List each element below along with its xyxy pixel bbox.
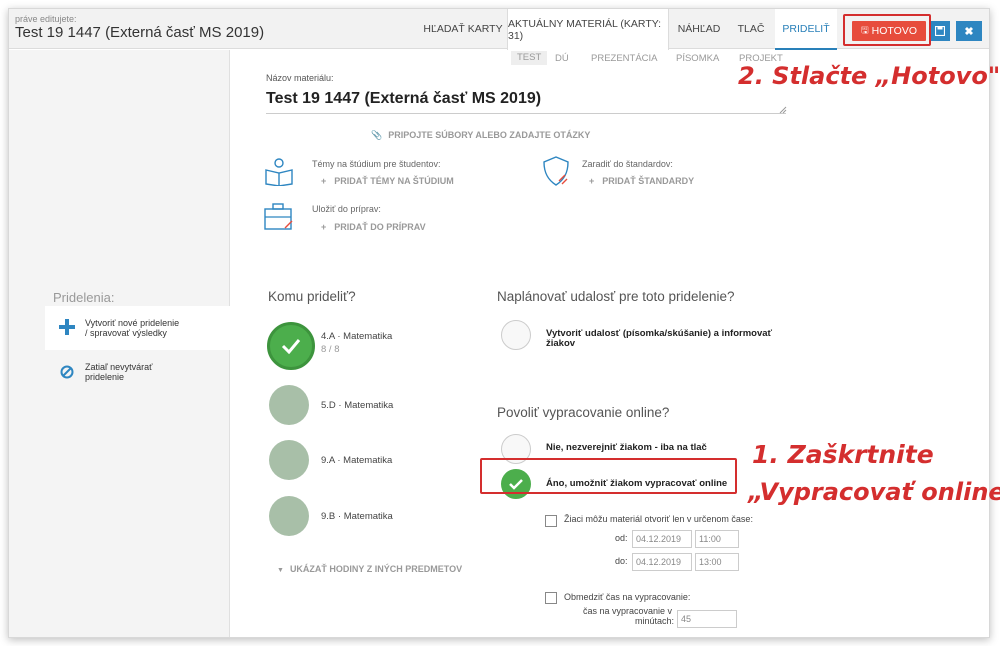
class-toggle-5d[interactable] <box>269 385 309 425</box>
class-label: 4.A · Matematika <box>321 331 393 342</box>
ban-icon <box>60 365 74 379</box>
app-window: práve editujete: Test 19 1447 (Externá č… <box>8 8 990 638</box>
tab-written-test[interactable]: PÍSOMKA <box>676 53 719 64</box>
minutes-label: minútach: <box>635 616 675 626</box>
nav-preview[interactable]: NÁHĽAD <box>671 9 727 49</box>
tab-test[interactable]: TEST <box>511 51 548 65</box>
event-heading: Naplánovať udalosť pre toto pridelenie? <box>497 289 735 304</box>
tab-homework[interactable]: DÚ <box>555 53 569 64</box>
editing-label: práve editujete: <box>15 14 77 24</box>
plus-icon <box>59 319 75 335</box>
annotation-step1: „Vypracovať online" <box>748 478 1000 506</box>
add-standards-label: PRIDAŤ ŠTANDARDY <box>602 176 695 186</box>
prep-label: Uložiť do príprav: <box>312 204 381 214</box>
sidebar-item-new-assignment[interactable]: Vytvoriť nové pridelenie / spravovať výs… <box>45 306 231 350</box>
add-standards-link[interactable]: + PRIDAŤ ŠTANDARDY <box>589 176 694 186</box>
show-other-subjects-link[interactable]: ▼ UKÁZAŤ HODINY Z INÝCH PREDMETOV <box>277 564 462 574</box>
event-option-label: žiakov <box>546 338 576 349</box>
sidebar-item-label: pridelenie <box>85 372 125 382</box>
from-date-field[interactable]: 04.12.2019 <box>632 530 692 548</box>
sidebar-title: Pridelenia: <box>53 290 115 305</box>
attach-label: PRIPOJTE SÚBORY ALEBO ZADAJTE OTÁZKY <box>388 130 591 140</box>
sidebar-item-label: Zatiaľ nevytvárať <box>85 362 153 372</box>
to-time-field[interactable]: 13:00 <box>695 553 739 571</box>
shield-icon <box>543 156 569 186</box>
time-window-checkbox[interactable] <box>545 515 557 527</box>
standards-label: Zaradiť do štandardov: <box>582 159 673 169</box>
check-icon <box>281 339 301 354</box>
class-student-count: 8 / 8 <box>321 344 340 355</box>
material-name-label: Názov materiálu: <box>266 73 334 83</box>
briefcase-icon <box>264 203 293 230</box>
nav-current-material[interactable]: AKTUÁLNY MATERIÁL (KARTY: 31) <box>507 9 669 50</box>
sidebar: Pridelenia: Vytvoriť nové pridelenie / s… <box>9 50 231 637</box>
minutes-label: čas na vypracovanie v <box>583 606 673 616</box>
close-icon: ✖ <box>964 25 974 38</box>
online-highlight-box <box>480 458 737 494</box>
nav-print[interactable]: TLAČ <box>729 9 773 49</box>
to-date-field[interactable]: 04.12.2019 <box>632 553 692 571</box>
book-reader-icon <box>265 158 293 186</box>
paperclip-icon: 📎 <box>371 130 383 140</box>
attach-files-link[interactable]: 📎 PRIPOJTE SÚBORY ALEBO ZADAJTE OTÁZKY <box>371 130 590 141</box>
resize-handle-icon <box>779 106 787 114</box>
time-window-label: Žiaci môžu materiál otvoriť len v určeno… <box>564 514 753 524</box>
caret-down-icon: ▼ <box>277 567 284 574</box>
nav-assign[interactable]: PRIDELIŤ <box>775 9 837 50</box>
sidebar-item-no-assignment[interactable]: Zatiaľ nevytvárať pridelenie <box>45 356 231 392</box>
assign-heading: Komu prideliť? <box>268 289 356 304</box>
plus-icon: + <box>589 176 595 186</box>
topics-label: Témy na štúdium pre študentov: <box>312 159 441 169</box>
tab-presentation[interactable]: PREZENTÁCIA <box>591 53 658 64</box>
minutes-field[interactable]: 45 <box>677 610 737 628</box>
online-no-label: Nie, nezverejniť žiakom - iba na tlač <box>546 442 707 453</box>
class-toggle-9a[interactable] <box>269 440 309 480</box>
to-label: do: <box>615 556 628 566</box>
annotation-step1: 1. Zaškrtnite <box>752 440 934 469</box>
main-content: TEST DÚ PREZENTÁCIA PÍSOMKA PROJEKT Názo… <box>231 50 989 637</box>
from-label: od: <box>615 533 628 543</box>
floppy-icon <box>935 26 945 36</box>
class-label: 9.A · Matematika <box>321 455 393 466</box>
from-time-field[interactable]: 11:00 <box>695 530 739 548</box>
done-highlight-box <box>843 14 931 46</box>
limit-time-checkbox[interactable] <box>545 592 557 604</box>
save-button[interactable] <box>930 21 950 41</box>
class-toggle-4a[interactable] <box>267 322 315 370</box>
show-other-subjects-label: UKÁZAŤ HODINY Z INÝCH PREDMETOV <box>289 564 463 574</box>
event-radio[interactable] <box>501 320 531 350</box>
plus-icon: + <box>321 222 327 232</box>
annotation-step2: 2. Stlačte „Hotovo" <box>738 62 1000 90</box>
class-label: 5.D · Matematika <box>321 400 394 411</box>
add-prep-label: PRIDAŤ DO PRÍPRAV <box>334 222 426 232</box>
nav-search-cards[interactable]: HĽADAŤ KARTY <box>419 9 507 49</box>
close-button[interactable]: ✖ <box>956 21 982 41</box>
class-toggle-9b[interactable] <box>269 496 309 536</box>
material-name-input[interactable]: Test 19 1447 (Externá časť MS 2019) <box>266 90 786 114</box>
add-topics-label: PRIDAŤ TÉMY NA ŠTÚDIUM <box>334 176 454 186</box>
add-topics-link[interactable]: + PRIDAŤ TÉMY NA ŠTÚDIUM <box>321 176 454 186</box>
limit-time-label: Obmedziť čas na vypracovanie: <box>564 592 691 602</box>
online-heading: Povoliť vypracovanie online? <box>497 405 670 420</box>
document-title: Test 19 1447 (Externá časť MS 2019) <box>15 24 265 41</box>
sidebar-item-label: Vytvoriť nové pridelenie <box>85 318 180 328</box>
event-option-label: Vytvoriť udalosť (písomka/skúšanie) a in… <box>546 328 773 339</box>
sidebar-item-label: / spravovať výsledky <box>85 328 167 338</box>
plus-icon: + <box>321 176 327 186</box>
class-label: 9.B · Matematika <box>321 511 393 522</box>
add-prep-link[interactable]: + PRIDAŤ DO PRÍPRAV <box>321 222 426 232</box>
